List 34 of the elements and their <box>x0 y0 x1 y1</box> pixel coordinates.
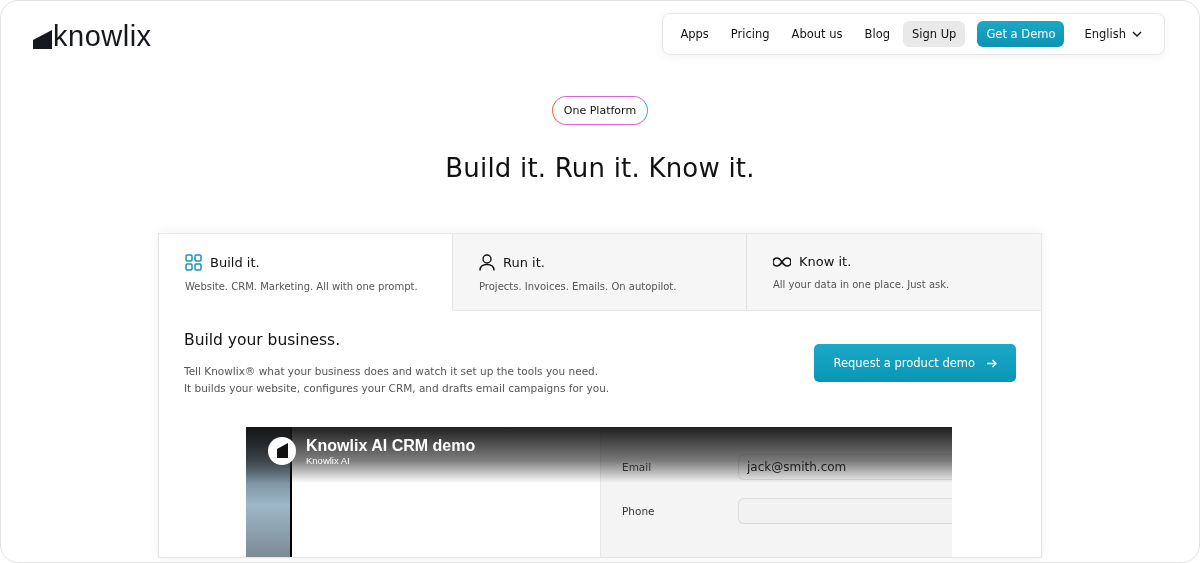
tab-title: Know it. <box>799 254 852 269</box>
channel-avatar-icon[interactable] <box>268 437 296 465</box>
logo-text[interactable]: knowlix <box>53 23 152 49</box>
logo-icon <box>33 30 52 49</box>
panel-description: It builds your website, configures your CRM, and drafts email campaigns for you. <box>184 381 610 396</box>
video-player[interactable]: Email jack@smith.com Phone Knowlix AI CRM demo Knowlix AI <box>246 427 952 557</box>
text-field[interactable]: jack@smith.com <box>738 454 952 480</box>
grid-icon <box>185 254 202 271</box>
tab-subtitle: Website. CRM. Marketing. All with one prompt. <box>185 281 419 292</box>
nav-link[interactable]: Blog <box>855 21 899 47</box>
feature-tab[interactable]: Know it. All your data in one place. Just ask. <box>747 234 1041 311</box>
hero-heading: Build it. Run it. Know it. <box>445 153 755 183</box>
panel-description: Tell Knowlix® what your business does and watch it set up the tools you need. <box>184 364 600 379</box>
channel-name[interactable]: Knowlix AI <box>306 455 476 466</box>
text-field[interactable] <box>738 498 952 524</box>
arrow-right-icon <box>987 358 997 368</box>
feature-tab[interactable]: Build it. Website. CRM. Marketing. All with one prompt. <box>159 234 453 311</box>
chevron-down-icon <box>1132 31 1142 37</box>
nav-link[interactable]: About us <box>782 21 852 47</box>
tab-subtitle: Projects. Invoices. Emails. On autopilot. <box>479 281 678 292</box>
nav-link[interactable]: Apps <box>671 21 718 47</box>
field-label: Email <box>622 461 653 473</box>
person-icon <box>479 254 495 271</box>
panel-heading: Build your business. <box>184 331 342 349</box>
sign-up-button[interactable]: Sign Up <box>902 21 966 47</box>
language-dropdown[interactable]: English <box>1080 23 1146 45</box>
tab-title: Build it. <box>210 255 260 270</box>
infinity-icon <box>773 256 791 267</box>
tab-title: Run it. <box>503 255 545 270</box>
feature-tab[interactable]: Run it. Projects. Invoices. Emails. On autopilot. <box>453 234 747 311</box>
field-label: Phone <box>622 505 656 517</box>
tab-subtitle: All your data in one place. Just ask. <box>773 279 951 290</box>
nav-link[interactable]: Pricing <box>721 21 779 47</box>
video-title[interactable]: Knowlix AI CRM demo <box>306 437 476 455</box>
